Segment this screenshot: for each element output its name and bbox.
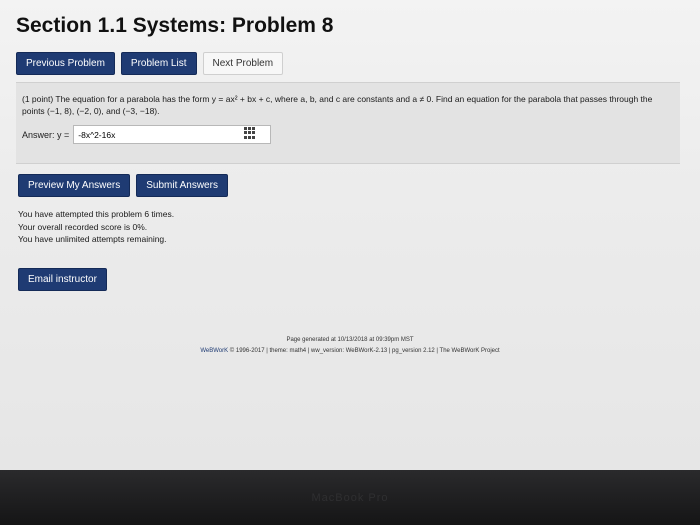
submit-answers-button[interactable]: Submit Answers: [136, 174, 228, 197]
generated-timestamp: Page generated at 10/13/2018 at 09:39pm …: [286, 337, 414, 343]
footer-credits: WeBWorK © 1996-2017 | theme: math4 | ww_…: [0, 346, 700, 357]
device-label: MacBook Pro: [311, 492, 389, 504]
page-footer: Page generated at 10/13/2018 at 09:39pm …: [0, 335, 700, 357]
attempts-text: You have attempted this problem 6 times.: [18, 209, 175, 219]
page-title: Section 1.1 Systems: Problem 8: [16, 14, 334, 37]
webwork-link[interactable]: WeBWorK: [200, 348, 228, 354]
answer-row: Answer: y =: [22, 125, 272, 144]
remaining-text: You have unlimited attempts remaining.: [18, 234, 167, 244]
answer-label: Answer: y =: [22, 129, 70, 140]
problem-box: (1 point) The equation for a parabola ha…: [16, 82, 680, 164]
answer-input[interactable]: [73, 125, 272, 144]
previous-problem-button[interactable]: Previous Problem: [16, 52, 115, 75]
email-instructor-button[interactable]: Email instructor: [18, 268, 107, 291]
problem-navigation: Previous Problem Problem List Next Probl…: [16, 52, 284, 75]
problem-statement: (1 point) The equation for a parabola ha…: [22, 94, 653, 116]
score-text: Your overall recorded score is 0%.: [18, 221, 148, 232]
answer-actions: Preview My Answers Submit Answers: [18, 174, 228, 197]
problem-list-button[interactable]: Problem List: [120, 52, 197, 75]
browser-screen: Section 1.1 Systems: Problem 8 Previous …: [0, 0, 700, 470]
attempt-status: You have attempted this problem 6 times.…: [18, 208, 174, 246]
next-problem-button[interactable]: Next Problem: [202, 52, 284, 75]
footer-version-info: © 1996-2017 | theme: math4 | ww_version:…: [228, 348, 500, 354]
preview-answers-button[interactable]: Preview My Answers: [18, 174, 131, 197]
equation-editor-icon[interactable]: [244, 127, 256, 139]
